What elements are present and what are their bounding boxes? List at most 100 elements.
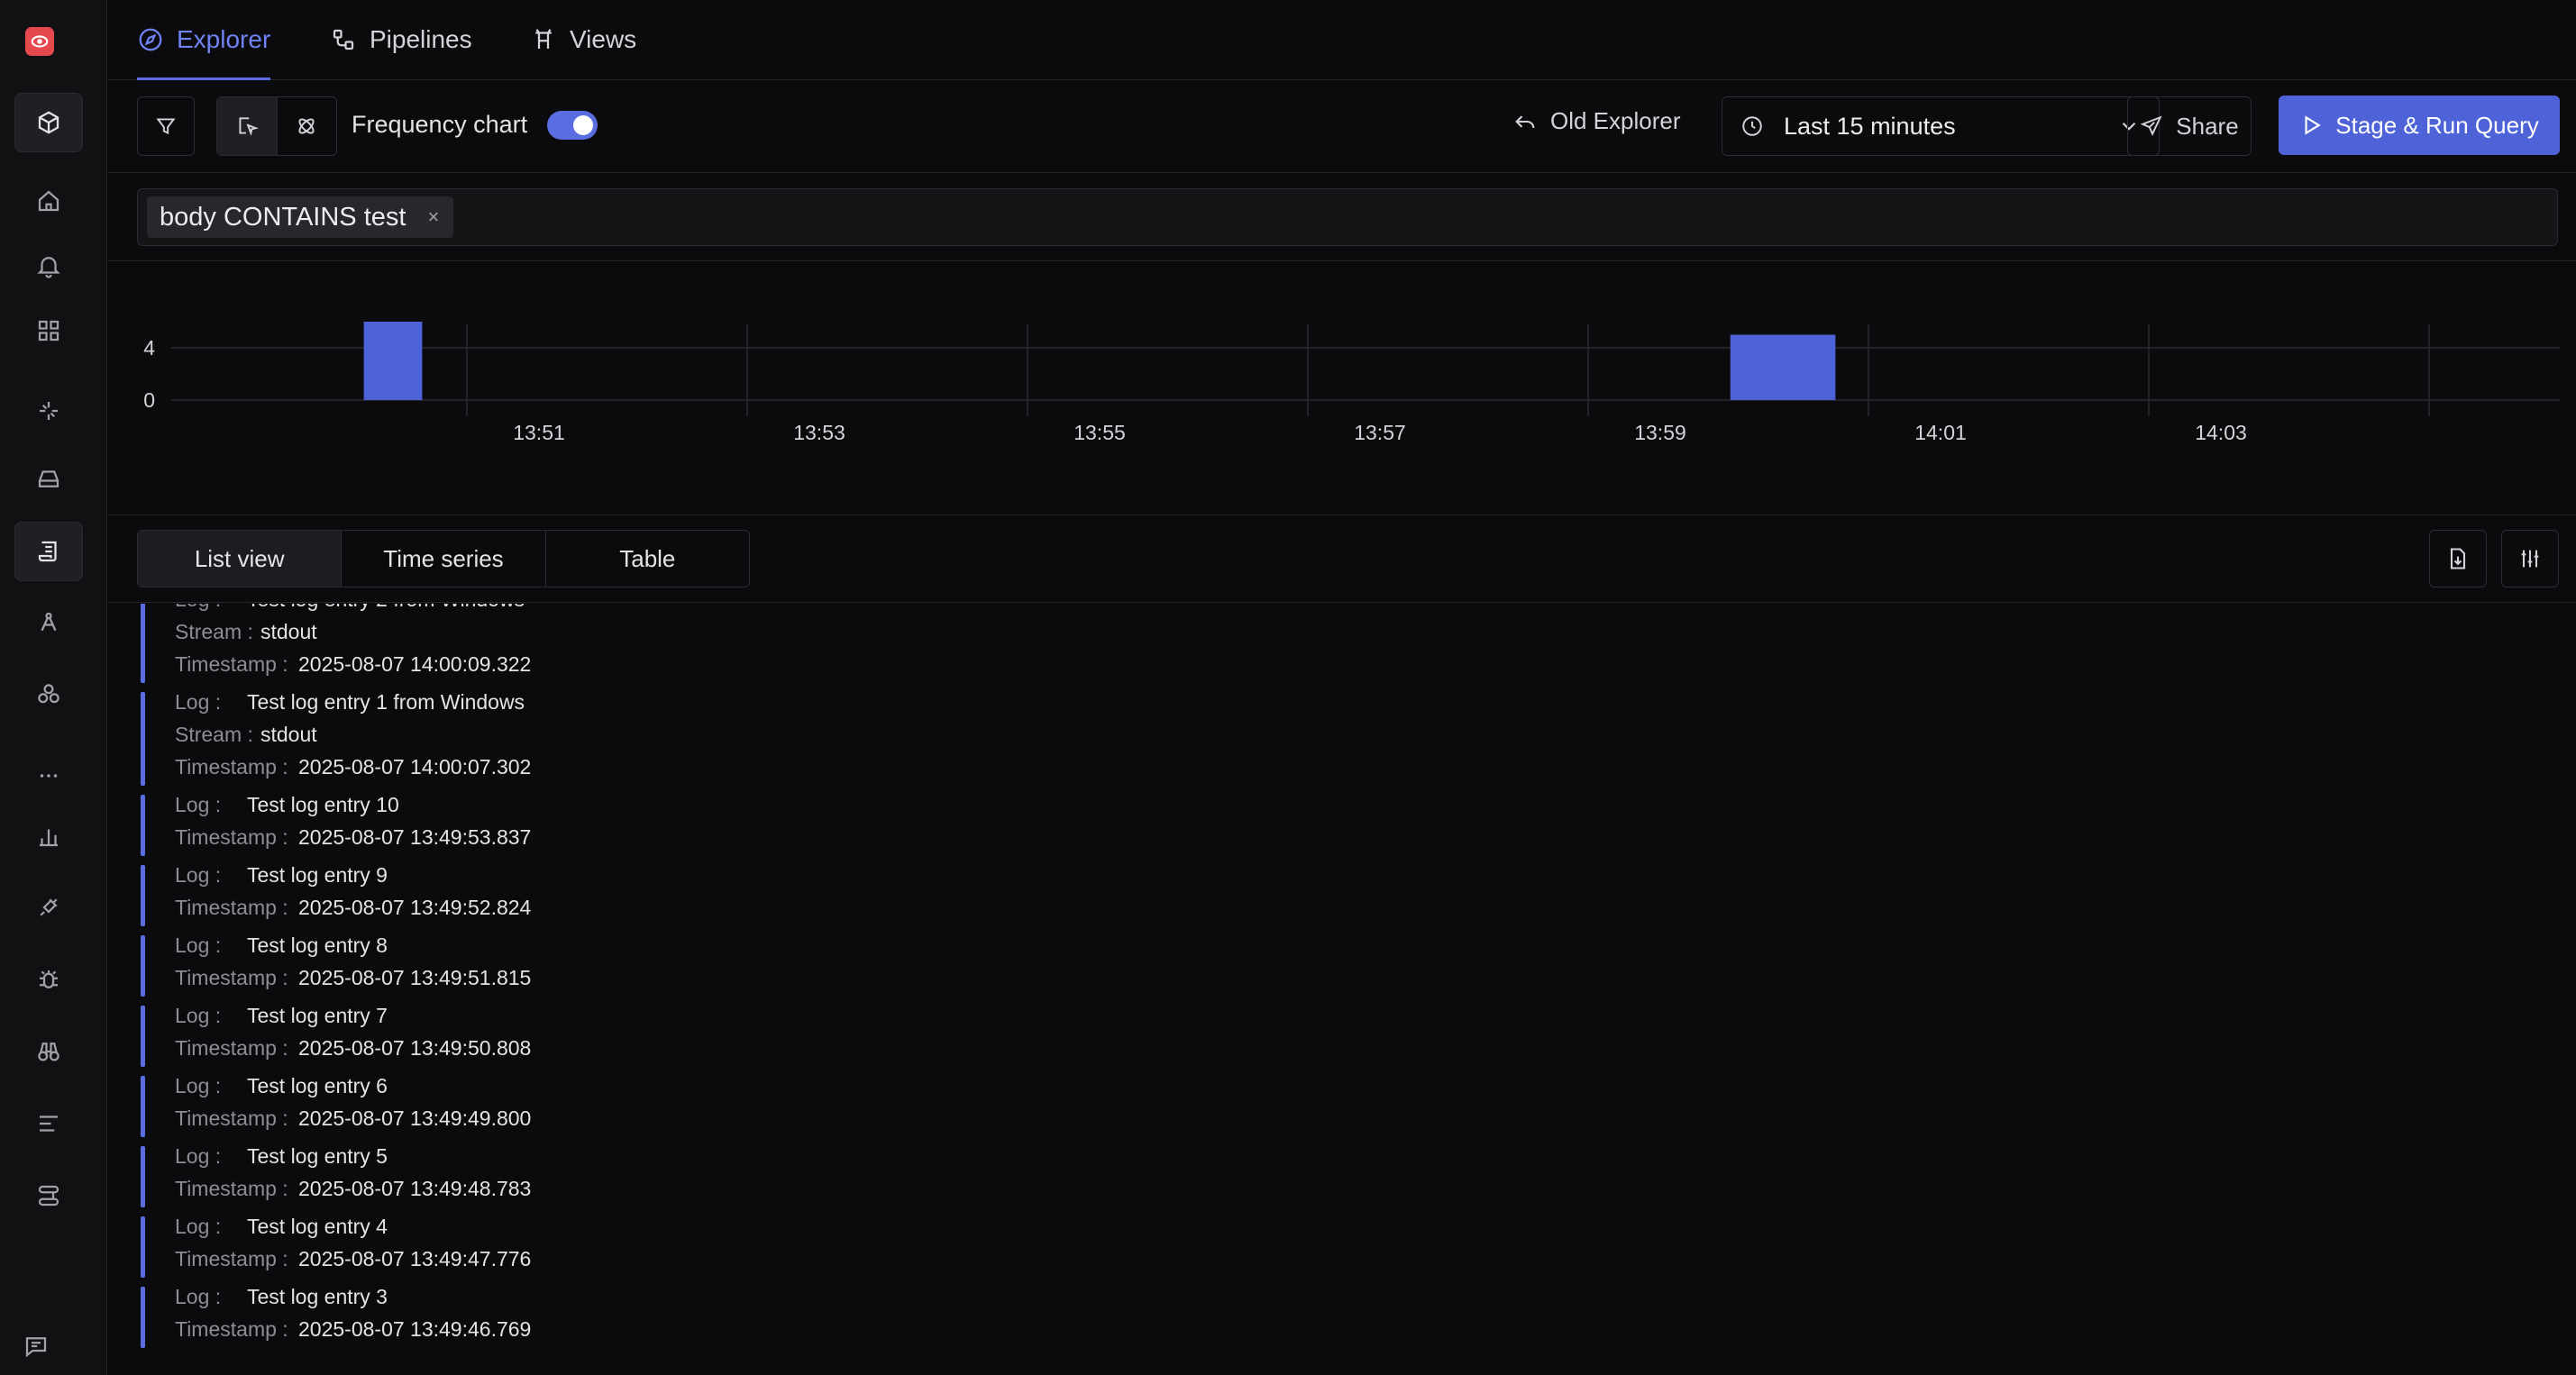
- log-entry[interactable]: Log : Test log entry 10 Timestamp : 2025-08…: [141, 793, 2574, 858]
- pattern-mode-button[interactable]: [278, 97, 337, 155]
- log-severity-bar: [141, 935, 145, 997]
- clusters-icon[interactable]: [14, 665, 83, 724]
- log-field-key: Log :: [175, 1144, 222, 1168]
- log-severity-bar: [141, 1006, 145, 1067]
- log-severity-bar: [141, 795, 145, 856]
- log-severity-bar: [141, 1146, 145, 1207]
- tab-explorer[interactable]: Explorer: [137, 0, 271, 80]
- log-field-value: 2025-08-07 13:49:50.808: [298, 1036, 532, 1060]
- tab-list-view[interactable]: List view: [138, 531, 343, 587]
- share-label: Share: [2176, 112, 2239, 140]
- top-nav: Explorer Pipelines Views: [108, 0, 2576, 80]
- divider: [108, 602, 2576, 603]
- close-icon[interactable]: ×: [427, 205, 439, 229]
- log-entry[interactable]: Log : Test log entry 3 Timestamp : 2025-08-…: [141, 1285, 2574, 1350]
- log-field-key: Log :: [175, 1215, 222, 1238]
- log-field-value: Test log entry 1 from Windows: [247, 690, 525, 714]
- tab-views[interactable]: Views: [530, 0, 636, 79]
- log-entry[interactable]: Log : Test log entry 5 Timestamp : 2025-08-…: [141, 1144, 2574, 1209]
- send-icon: [2140, 115, 2162, 137]
- logs-icon[interactable]: [14, 522, 83, 581]
- divider: [108, 514, 2576, 515]
- log-field-timestamp: Timestamp : 2025-08-07 14:00:09.322: [175, 652, 531, 685]
- log-field-log: Log :Test log entry 2 from Windows: [175, 604, 525, 620]
- log-entry[interactable]: Log : Test log entry 8 Timestamp : 2025-08-…: [141, 933, 2574, 998]
- view-tabs: List view Time series Table: [137, 530, 750, 587]
- charts-icon[interactable]: [14, 806, 83, 866]
- y-tick-label: 0: [143, 388, 155, 412]
- time-range-select[interactable]: Last 15 minutes: [1722, 96, 2160, 156]
- log-entry[interactable]: Log : Test log entry 7 Timestamp : 2025-08-…: [141, 1004, 2574, 1069]
- filter-button[interactable]: [137, 96, 195, 156]
- log-field-timestamp: Timestamp : 2025-08-07 13:49:46.769: [175, 1317, 531, 1350]
- views-icon: [535, 29, 552, 49]
- old-explorer-button[interactable]: Old Explorer: [1512, 107, 1681, 135]
- log-field-value: 2025-08-07 13:49:49.800: [298, 1106, 532, 1130]
- log-entry[interactable]: Log : Test log entry 4 Timestamp : 2025-08-…: [141, 1215, 2574, 1279]
- x-tick-label: 14:01: [1914, 421, 1967, 444]
- log-field-key: Log :: [175, 793, 222, 816]
- list-icon[interactable]: [14, 1094, 83, 1153]
- x-tick-label: 13:51: [513, 421, 565, 444]
- log-field-log: Log : Test log entry 3: [175, 1285, 388, 1317]
- tab-table[interactable]: Table: [546, 531, 749, 587]
- share-button[interactable]: Share: [2127, 96, 2252, 156]
- filter-chip[interactable]: body CONTAINS test ×: [147, 196, 454, 238]
- chart-bar: [1730, 334, 1836, 400]
- binoculars-icon[interactable]: [14, 1022, 83, 1081]
- log-entry[interactable]: Log : Test log entry 1 from Windows Stream…: [141, 690, 2574, 788]
- log-field-key: Stream :: [175, 723, 253, 746]
- storage-icon[interactable]: [14, 449, 83, 508]
- dashboards-icon[interactable]: [14, 301, 83, 360]
- toolbar: Frequency chart Old Explorer Last 15 min…: [108, 80, 2576, 173]
- log-field-key: Timestamp :: [175, 1177, 288, 1200]
- frequency-chart-toggle[interactable]: [547, 111, 598, 140]
- log-field-key: Timestamp :: [175, 825, 288, 849]
- integrations-icon[interactable]: [14, 878, 83, 937]
- log-field-key: Stream :: [175, 620, 253, 643]
- chart-bar: [363, 322, 423, 400]
- download-button[interactable]: [2429, 530, 2487, 587]
- old-explorer-label: Old Explorer: [1550, 107, 1681, 134]
- tab-time-series[interactable]: Time series: [342, 531, 546, 587]
- log-entry[interactable]: Log : Test log entry 6 Timestamp : 2025-08-…: [141, 1074, 2574, 1139]
- run-query-label: Stage & Run Query: [2335, 111, 2539, 139]
- log-field-value: Test log entry 2 from Windows: [247, 604, 525, 611]
- view-mode-group: [216, 96, 337, 156]
- log-field-log: Log : Test log entry 9: [175, 863, 388, 896]
- explorer-cube-icon[interactable]: [14, 93, 83, 152]
- sidebar: [0, 0, 107, 1375]
- log-severity-bar: [141, 1216, 145, 1278]
- home-icon[interactable]: [14, 171, 83, 231]
- metrics-icon[interactable]: [14, 593, 83, 652]
- feedback-icon[interactable]: [7, 1317, 65, 1375]
- log-field-value: 2025-08-07 13:49:47.776: [298, 1247, 532, 1270]
- log-entry[interactable]: Log :Test log entry 2 from WindowsStream…: [141, 604, 2574, 685]
- log-field-timestamp: Timestamp : 2025-08-07 13:49:52.824: [175, 896, 531, 928]
- tab-explorer-label: Explorer: [177, 25, 271, 53]
- column-settings-button[interactable]: [2501, 530, 2559, 587]
- bug-icon[interactable]: [14, 950, 83, 1009]
- logo-icon[interactable]: [25, 27, 54, 56]
- log-field-value: Test log entry 10: [247, 793, 399, 816]
- toggle-knob: [573, 115, 593, 135]
- more-icon[interactable]: [14, 746, 83, 806]
- tab-pipelines[interactable]: Pipelines: [330, 0, 472, 79]
- pipelines-icon[interactable]: [14, 1166, 83, 1225]
- log-field-key: Timestamp :: [175, 1036, 288, 1060]
- filter-icon: [156, 118, 176, 135]
- alerts-icon[interactable]: [14, 236, 83, 296]
- log-field-key: Timestamp :: [175, 1247, 288, 1270]
- sliders-icon: [2521, 550, 2539, 568]
- x-tick-label: 14:03: [2195, 421, 2247, 444]
- log-field-key: Log :: [175, 1074, 222, 1097]
- x-tick-label: 13:53: [793, 421, 845, 444]
- stage-run-query-button[interactable]: Stage & Run Query: [2279, 96, 2560, 155]
- log-field-key: Log :: [175, 604, 247, 612]
- select-mode-button[interactable]: [217, 97, 278, 155]
- query-bar[interactable]: body CONTAINS test ×: [137, 188, 2558, 246]
- ai-icon[interactable]: [14, 381, 83, 441]
- log-field-log: Log : Test log entry 10: [175, 793, 399, 825]
- log-entry[interactable]: Log : Test log entry 9 Timestamp : 2025-08-…: [141, 863, 2574, 928]
- log-field-key: Timestamp :: [175, 755, 288, 779]
